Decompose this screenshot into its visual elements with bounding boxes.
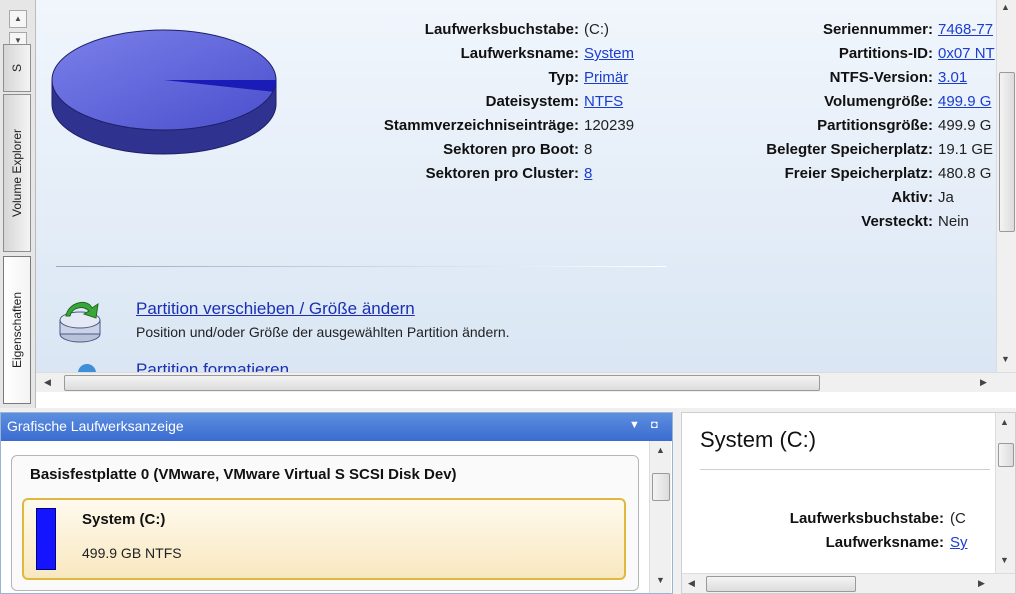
prop-value-link[interactable]: 499.9 G <box>938 92 991 112</box>
prop-row-laufwerksname: Laufwerksname: Sy <box>682 533 992 553</box>
section-divider <box>56 266 666 267</box>
pin-icon[interactable]: ◘ <box>651 419 658 431</box>
details-title: System (C:) <box>700 427 817 452</box>
prop-label: Belegter Speicherplatz: <box>766 141 933 158</box>
prop-row-partitions-id: Partitions-ID: 0x07 NT <box>36 44 995 64</box>
scroll-up-arrow-icon[interactable]: ▲ <box>1000 417 1009 427</box>
prop-value: Nein <box>938 213 969 230</box>
prop-row-versteckt: Versteckt: Nein <box>36 212 994 232</box>
dropdown-arrow-icon[interactable]: ▼ <box>629 419 640 431</box>
properties-panel: Laufwerksbuchstabe: (C:) Laufwerksname: Sys… <box>36 0 1016 408</box>
prop-row-ntfs-version: NTFS-Version: 3.01 <box>36 68 994 88</box>
prop-label: Versteckt: <box>861 213 933 230</box>
graphic-view-vertical-scrollbar[interactable]: ▲ ▼ <box>649 441 671 593</box>
scroll-left-arrow-icon[interactable]: ◀ <box>688 578 695 589</box>
disk-title: Basisfestplatte 0 (VMware, VMware Virtua… <box>30 466 457 483</box>
prop-value-link[interactable]: Sy <box>950 533 968 553</box>
tab-volume-explorer-label: Volume Explorer <box>10 128 24 218</box>
prop-row-belegter-speicherplatz: Belegter Speicherplatz: 19.1 GE <box>36 140 994 160</box>
properties-vertical-scrollbar[interactable]: ▲ ▼ <box>996 0 1016 372</box>
details-divider <box>700 469 990 470</box>
details-scroll-thumb[interactable] <box>998 443 1014 467</box>
details-panel: System (C:) Laufwerksbuchstabe: (C Laufwer… <box>681 412 1016 594</box>
scroll-right-arrow-icon[interactable]: ▶ <box>980 377 987 388</box>
scroll-up-arrow-icon[interactable]: ▲ <box>656 445 665 455</box>
partition-size: 499.9 GB NTFS <box>82 545 182 561</box>
details-vertical-scrollbar[interactable]: ▲ ▼ <box>995 413 1015 573</box>
vertical-scroll-thumb[interactable] <box>999 72 1015 232</box>
prop-label: Freier Speicherplatz: <box>784 165 933 182</box>
vertical-tab-strip: ▲ ▼ S Volume Explorer Eigenschaften <box>0 0 36 408</box>
partition-name: System (C:) <box>82 511 166 528</box>
prop-value: (C <box>950 510 966 527</box>
prop-label: Laufwerksname: <box>825 534 944 551</box>
details-horizontal-scroll-thumb[interactable] <box>706 576 856 592</box>
scroll-left-arrow-icon[interactable]: ◀ <box>44 377 51 388</box>
scroll-down-arrow-icon[interactable]: ▼ <box>1001 354 1010 364</box>
tab-s-label: S <box>10 63 24 73</box>
prop-value-link[interactable]: 0x07 NT <box>938 44 995 64</box>
prop-value-link[interactable]: 7468-77 <box>938 20 993 40</box>
task-format-link[interactable]: Partition formatieren <box>136 360 289 372</box>
tab-volume-explorer[interactable]: Volume Explorer <box>3 94 31 252</box>
task-move-resize-description: Position und/oder Größe der ausgewählten… <box>136 324 510 340</box>
properties-horizontal-scrollbar[interactable]: ◀ ▶ <box>36 372 1016 392</box>
scroll-right-arrow-icon[interactable]: ▶ <box>978 578 985 589</box>
task-move-resize-link[interactable]: Partition verschieben / Größe ändern <box>136 299 415 319</box>
move-resize-icon <box>59 301 101 343</box>
prop-label: Seriennummer: <box>822 21 933 38</box>
properties-area: Laufwerksbuchstabe: (C:) Laufwerksname: Sys… <box>36 0 996 372</box>
prop-label: Volumengröße: <box>824 93 933 110</box>
scroll-up-arrow-icon[interactable]: ▲ <box>1001 2 1010 12</box>
prop-value: 480.8 G <box>938 165 992 182</box>
graphic-view-header: Grafische Laufwerksanzeige ▼ ◘ <box>1 413 672 441</box>
prop-value: 499.9 G <box>938 117 992 134</box>
details-horizontal-scrollbar[interactable]: ◀ ▶ <box>682 573 1015 593</box>
graphic-drive-view-panel: Grafische Laufwerksanzeige ▼ ◘ Basisfest… <box>0 412 673 594</box>
disk-card[interactable]: Basisfestplatte 0 (VMware, VMware Virtua… <box>11 455 639 591</box>
tab-eigenschaften-label: Eigenschaften <box>10 291 24 369</box>
prop-label: Aktiv: <box>891 189 933 206</box>
prop-row-partitionsgroesse: Partitionsgröße: 499.9 G <box>36 116 994 136</box>
prop-label: Partitionsgröße: <box>817 117 933 134</box>
graphic-view-title: Grafische Laufwerksanzeige <box>7 418 184 434</box>
scroll-down-arrow-icon[interactable]: ▼ <box>656 575 665 585</box>
prop-label: NTFS-Version: <box>829 69 933 86</box>
prop-label: Laufwerksbuchstabe: <box>789 510 944 527</box>
prop-row-laufwerksbuchstabe: Laufwerksbuchstabe: (C <box>682 509 992 529</box>
tab-s[interactable]: S <box>3 44 31 92</box>
prop-row-volumengroesse: Volumengröße: 499.9 G <box>36 92 994 112</box>
tab-scroll-up-button[interactable]: ▲ <box>9 10 27 28</box>
scroll-down-arrow-icon[interactable]: ▼ <box>1000 555 1009 565</box>
partition-block[interactable]: System (C:) 499.9 GB NTFS <box>22 498 626 580</box>
partition-usage-bar <box>36 508 56 570</box>
format-icon <box>78 364 96 372</box>
tab-eigenschaften[interactable]: Eigenschaften <box>3 256 31 404</box>
graphic-view-scroll-thumb[interactable] <box>652 473 670 501</box>
prop-row-aktiv: Aktiv: Ja <box>36 188 994 208</box>
prop-row-freier-speicherplatz: Freier Speicherplatz: 480.8 G <box>36 164 994 184</box>
prop-value-link[interactable]: 3.01 <box>938 68 967 88</box>
prop-value: Ja <box>938 189 954 206</box>
prop-value: 19.1 GE <box>938 141 994 158</box>
horizontal-scroll-thumb[interactable] <box>64 375 820 391</box>
prop-label: Partitions-ID: <box>838 45 933 62</box>
prop-row-seriennummer: Seriennummer: 7468-77 <box>36 20 994 40</box>
